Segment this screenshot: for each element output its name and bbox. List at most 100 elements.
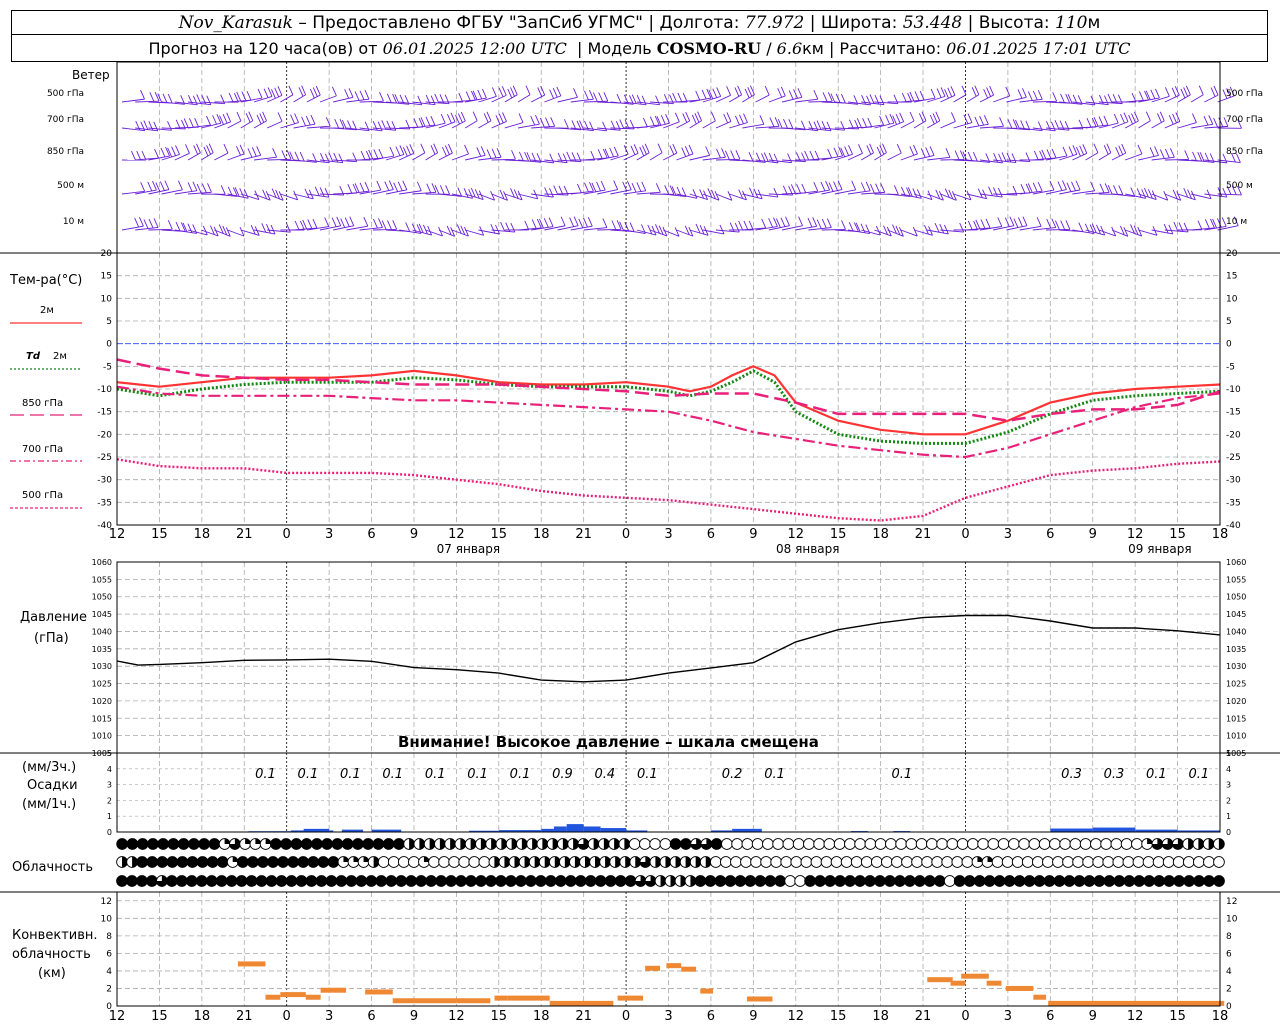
cloud-symbol	[1062, 856, 1074, 868]
wind-barb-feather	[788, 90, 794, 100]
legend-t500: 500 гПа	[22, 490, 64, 501]
wind-barb-feather	[989, 85, 995, 96]
wind-barb-feather	[744, 88, 750, 99]
wind-barb-feather	[589, 182, 594, 192]
conv-bar	[681, 966, 697, 972]
cloud-symbol	[911, 856, 923, 868]
wind-barb-feather	[472, 111, 478, 121]
wind-barb-feather	[1078, 222, 1084, 232]
wind-barb-feather	[147, 181, 153, 192]
wind-barb-feather	[548, 217, 554, 227]
cloud-symbol	[295, 875, 308, 887]
wind-barb-feather	[1154, 146, 1159, 156]
wind-barb-feather	[716, 148, 721, 159]
wind-barb-feather	[434, 185, 440, 195]
cloud-symbol	[345, 875, 358, 887]
wind-barb-feather	[985, 218, 991, 229]
conv-title: Конвективн.	[12, 928, 98, 943]
wind-barb-feather	[325, 117, 331, 127]
wind-barb-feather	[261, 223, 267, 233]
provider-text: – Предоставлено ФГБУ "ЗапСиб УГМС" | Дол…	[292, 12, 745, 33]
cloud-symbol	[967, 838, 979, 850]
temp-tick-left: -15	[97, 408, 112, 418]
wind-barb-feather	[476, 147, 482, 157]
wind-barb-feather	[426, 183, 432, 193]
precip-value-label: 0.1	[467, 767, 488, 782]
wind-barb-feather	[1084, 223, 1090, 233]
pres-tick-left: 1055	[92, 575, 112, 584]
cloud-symbol	[792, 838, 805, 850]
wind-barb-feather	[152, 180, 157, 191]
wind-barb-feather	[609, 147, 615, 158]
cloud-symbol	[694, 875, 707, 887]
hour-tick-bottom: 15	[1169, 1009, 1186, 1024]
cloud-symbol	[1049, 838, 1061, 850]
wind-barb-feather	[486, 111, 492, 122]
wind-barb-feather	[950, 86, 956, 96]
cloud-symbol	[465, 875, 477, 887]
conv-bar	[961, 973, 989, 979]
wind-barb-feather	[780, 217, 786, 227]
cloud-symbol	[784, 875, 797, 887]
forecast-start: 06.01.2025 12:00 UTC	[382, 38, 567, 58]
hour-tick-bottom: 9	[410, 1009, 418, 1024]
cloud-symbol	[208, 838, 221, 850]
wind-barb-feather	[655, 95, 660, 105]
temp-tick-left: 10	[101, 294, 113, 304]
pres-tick-left: 1040	[92, 627, 112, 636]
cloud-symbol	[1152, 856, 1165, 868]
cloud-symbol	[478, 856, 491, 868]
cloud-symbol	[1018, 838, 1030, 850]
cloud-symbol	[931, 856, 944, 868]
wind-barb-feather	[759, 115, 765, 125]
cloud-symbol	[285, 875, 298, 887]
wind-barb-feather	[222, 113, 228, 124]
cloud-symbol	[177, 838, 190, 850]
wind-barb-feather	[993, 187, 998, 197]
cloud-symbol	[594, 875, 607, 887]
cloud-symbol	[721, 838, 733, 850]
wind-barb-feather	[641, 95, 647, 106]
wind-barb-feather	[1020, 183, 1026, 194]
wind-barb-feather	[498, 113, 504, 124]
cloud-symbol	[156, 856, 169, 868]
cloud-symbol	[614, 875, 627, 887]
cloud-symbol	[468, 856, 481, 868]
wind-barb-feather	[901, 92, 907, 103]
wind-barb-feather	[482, 88, 487, 99]
wind-barb-feather	[869, 94, 875, 104]
wind-barb-feather	[641, 181, 647, 191]
wind-barb-feather	[844, 146, 850, 156]
wind-barb-feather	[143, 120, 149, 130]
wind-barb-feather	[402, 180, 408, 191]
cloud-symbol	[387, 856, 400, 868]
temp-title: Тем-ра(°C)	[10, 273, 83, 288]
wind-barb-feather	[386, 93, 392, 104]
wind-barb-feather	[1113, 113, 1119, 124]
wind-barb-feather	[171, 146, 177, 156]
cloud-symbol	[1083, 875, 1096, 887]
wind-barb-feather	[1197, 220, 1203, 231]
temp-tick-right: 5	[1226, 317, 1232, 327]
wind-barb	[1111, 121, 1129, 129]
wind-barb-feather	[993, 153, 999, 163]
wind-barb-feather	[1037, 90, 1043, 100]
wind-barb-feather	[562, 153, 568, 163]
wind-barb-feather	[1118, 145, 1124, 155]
wind-barb-feather	[430, 95, 436, 105]
cloud-symbol	[495, 875, 507, 887]
wind-barb-feather	[334, 118, 340, 129]
cloud-symbol	[186, 856, 199, 868]
temp-tick-right: 0	[1226, 340, 1232, 350]
wind-barb-feather	[1098, 116, 1104, 126]
wind-barb-feather	[862, 118, 868, 128]
conv-bar	[986, 980, 1002, 986]
calc-time: 06.01.2025 17:01 UTC	[946, 38, 1131, 58]
wind-barb-feather	[841, 220, 846, 230]
pres-tick-left: 1050	[92, 593, 112, 602]
wind-barb-feather	[913, 144, 918, 155]
precip-3h-unit: (мм/3ч.)	[22, 760, 77, 775]
wind-barb-feather	[1164, 87, 1170, 97]
wind-barb	[649, 152, 663, 161]
cloud-symbol	[167, 838, 180, 850]
